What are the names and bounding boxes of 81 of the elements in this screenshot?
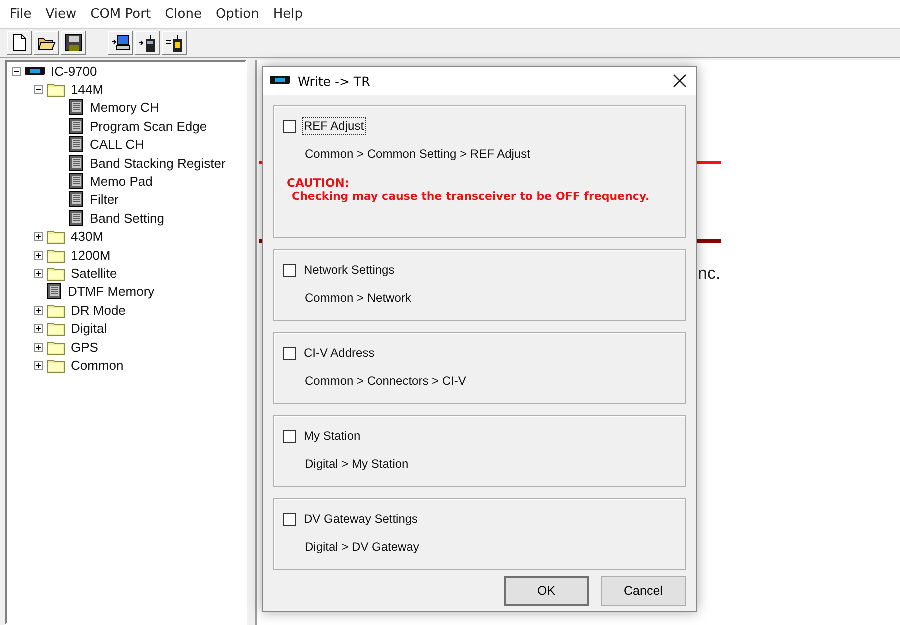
checkbox[interactable]: [283, 512, 296, 526]
handheld-radio-icon: [138, 33, 158, 53]
expand-icon[interactable]: [34, 250, 43, 260]
memory-page-icon: [47, 283, 62, 300]
setting-path: Digital > My Station: [305, 457, 410, 471]
folder-icon: [47, 321, 65, 336]
toolbar-button[interactable]: [108, 31, 133, 55]
menu-item[interactable]: Help: [266, 6, 310, 22]
checkbox-label[interactable]: REF Adjust: [302, 117, 366, 135]
menu-item[interactable]: Clone: [158, 6, 209, 22]
tree-item[interactable]: GPS: [69, 340, 100, 355]
checkbox[interactable]: [283, 346, 296, 360]
tree-item[interactable]: Band Stacking Register: [88, 156, 228, 171]
tree-item[interactable]: Digital: [69, 321, 110, 336]
close-icon[interactable]: [673, 74, 687, 88]
collapse-icon[interactable]: [34, 85, 43, 94]
background-text: nc.: [698, 264, 721, 283]
tree-item[interactable]: Satellite: [69, 266, 120, 281]
tree-item[interactable]: 144M: [69, 82, 106, 98]
checkbox[interactable]: [283, 430, 296, 442]
setting-path: Common > Common Setting > REF Adjust: [305, 147, 532, 161]
folder-icon: [47, 358, 65, 373]
caution-text: Checking may cause the transceiver to be OFF frequency.: [292, 190, 651, 203]
checkbox-label[interactable]: My Station: [302, 427, 363, 445]
radio-icon: [270, 75, 290, 85]
checkbox-label[interactable]: DV Gateway Settings: [302, 510, 420, 528]
tree-item[interactable]: DR Mode: [69, 302, 128, 318]
expand-icon[interactable]: [34, 232, 43, 242]
menu-item[interactable]: Option: [208, 6, 266, 22]
dialog-title: Write -> TR: [298, 74, 370, 88]
memory-page-icon: [69, 210, 84, 227]
menu-item[interactable]: COM Port: [84, 6, 158, 22]
checkbox[interactable]: [283, 120, 296, 132]
tree-item[interactable]: Filter: [88, 192, 121, 208]
caution-title: CAUTION:: [287, 176, 350, 190]
folder-icon: [47, 229, 65, 244]
tree-item[interactable]: Common: [69, 358, 126, 373]
tree-item[interactable]: 1200M: [69, 248, 113, 263]
memory-page-icon: [69, 136, 84, 154]
radio-icon: [25, 66, 45, 76]
expand-icon[interactable]: [34, 268, 43, 278]
folder-icon: [47, 248, 65, 263]
toolbar-button[interactable]: [34, 31, 59, 55]
tree-item[interactable]: IC-9700: [49, 64, 100, 79]
setting-path: Common > Network: [305, 291, 412, 305]
checkbox-label[interactable]: Network Settings: [302, 261, 397, 279]
expand-icon[interactable]: [34, 306, 43, 315]
folder-icon: [47, 340, 65, 355]
toolbar-button[interactable]: [162, 31, 187, 55]
menu-item[interactable]: File: [3, 6, 39, 22]
memory-page-icon: [69, 191, 84, 208]
tree-item[interactable]: Memo Pad: [88, 174, 155, 190]
expand-icon[interactable]: [34, 342, 43, 352]
menu-item[interactable]: View: [38, 6, 84, 22]
memory-page-icon: [69, 154, 84, 172]
folder-icon: [47, 82, 65, 98]
expand-icon[interactable]: [34, 360, 43, 370]
cancel-button[interactable]: Cancel: [601, 576, 686, 606]
tree-item[interactable]: 430M: [69, 229, 106, 244]
toolbar-button[interactable]: [135, 31, 160, 55]
folder-icon: [47, 266, 65, 281]
ok-button[interactable]: OK: [504, 576, 589, 606]
checkbox[interactable]: [283, 264, 296, 276]
expand-icon[interactable]: [34, 324, 43, 334]
toolbar-button[interactable]: [7, 31, 32, 55]
memory-page-icon: [69, 99, 84, 116]
tree-item[interactable]: DTMF Memory: [66, 284, 157, 300]
handheld-radio-icon: [164, 33, 184, 53]
toolbar-button[interactable]: [61, 31, 86, 55]
tree-item[interactable]: Program Scan Edge: [88, 118, 210, 134]
memory-page-icon: [69, 173, 84, 190]
tree-item[interactable]: Band Setting: [88, 210, 166, 226]
setting-path: Common > Connectors > CI-V: [305, 374, 468, 388]
setting-path: Digital > DV Gateway: [305, 540, 420, 554]
tree-item[interactable]: CALL CH: [88, 137, 146, 152]
checkbox-label[interactable]: CI-V Address: [302, 344, 377, 362]
memory-page-icon: [69, 118, 84, 135]
folder-icon: [47, 302, 65, 318]
computer-icon: [110, 33, 130, 53]
collapse-icon[interactable]: [12, 66, 21, 76]
tree-item[interactable]: Memory CH: [88, 100, 162, 116]
